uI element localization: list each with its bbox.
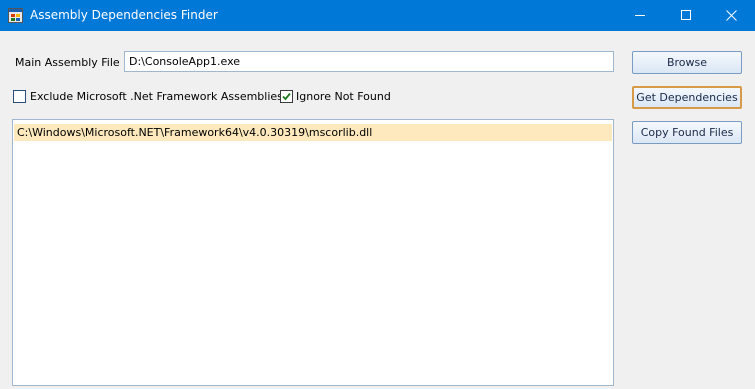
close-button[interactable] [709,0,755,31]
maximize-icon [681,10,691,20]
exclude-microsoft-checkbox[interactable] [13,90,26,103]
exclude-microsoft-label[interactable]: Exclude Microsoft .Net Framework Assembl… [30,90,283,103]
checkmark-icon [282,92,291,101]
app-window-icon [8,8,23,23]
window-title: Assembly Dependencies Finder [30,8,218,22]
main-assembly-label: Main Assembly File : [15,56,127,69]
maximize-button[interactable] [664,0,710,31]
minimize-button[interactable] [618,0,664,31]
get-dependencies-button[interactable]: Get Dependencies [632,86,742,109]
browse-button[interactable]: Browse [632,51,742,74]
dependencies-listbox[interactable]: C:\Windows\Microsoft.NET\Framework64\v4.… [12,119,614,386]
main-assembly-input[interactable]: D:\ConsoleApp1.exe [124,51,614,72]
copy-found-files-button[interactable]: Copy Found Files [632,121,742,144]
close-icon [726,10,737,21]
minimize-icon [635,15,645,16]
ignore-not-found-checkbox[interactable] [280,90,293,103]
ignore-not-found-label[interactable]: Ignore Not Found [296,90,391,103]
list-item[interactable]: C:\Windows\Microsoft.NET\Framework64\v4.… [14,124,612,141]
title-bar: Assembly Dependencies Finder [0,0,755,31]
main-form: Main Assembly File : D:\ConsoleApp1.exe … [0,31,755,389]
